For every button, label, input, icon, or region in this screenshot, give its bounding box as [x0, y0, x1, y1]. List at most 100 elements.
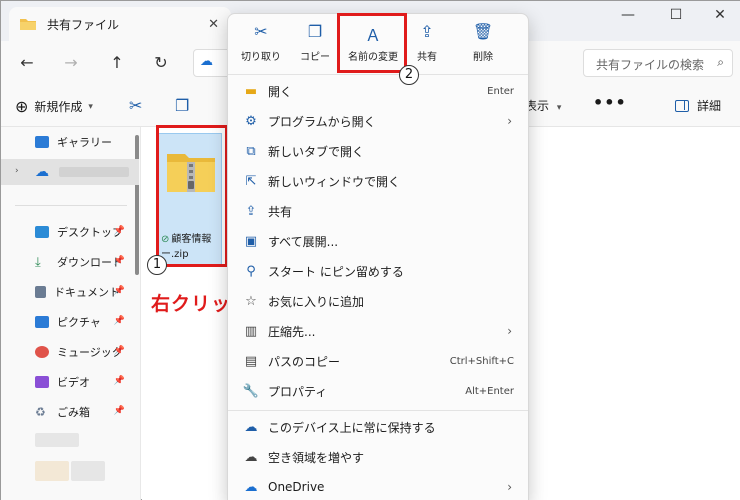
- new-window-icon: ⇱: [245, 173, 257, 189]
- recycle-bin-icon: ♻: [35, 405, 46, 419]
- tab-title: 共有ファイル: [47, 17, 120, 32]
- menu-item-open-with[interactable]: ⚙ プログラムから開く ›: [228, 106, 528, 136]
- search-icon: ⌕: [717, 55, 724, 69]
- menu-item-label: プロパティ: [268, 384, 328, 399]
- chevron-down-icon: ▾: [556, 103, 562, 113]
- chevron-down-icon: ▾: [88, 101, 93, 112]
- menu-item-add-favorite[interactable]: ☆ お気に入りに追加: [228, 286, 528, 316]
- copy-icon[interactable]: ❐: [175, 96, 189, 115]
- more-options-button[interactable]: •••: [593, 93, 627, 112]
- sidebar-item-label: ビデオ: [57, 376, 90, 389]
- chevron-right-icon: ›: [507, 114, 512, 128]
- pin-icon: 📌: [113, 346, 125, 356]
- sidebar-divider: [15, 205, 127, 206]
- close-window-button[interactable]: ✕: [705, 7, 735, 23]
- document-icon: [35, 286, 46, 298]
- chevron-right-icon: ›: [507, 480, 512, 494]
- sidebar-item-desktop[interactable]: デスクトップ 📌: [1, 219, 139, 245]
- step-1-number: 1: [152, 257, 162, 272]
- menu-item-free-up-space[interactable]: ☁ 空き領域を増やす: [228, 442, 528, 472]
- pin-icon: 📌: [113, 256, 125, 266]
- sidebar-item-videos[interactable]: ビデオ 📌: [1, 369, 139, 395]
- sidebar-item-gallery[interactable]: ギャラリー: [1, 129, 139, 155]
- star-icon: ☆: [245, 293, 257, 309]
- download-icon: ⤓: [35, 254, 41, 270]
- copy-label: コピー: [300, 52, 330, 63]
- new-button[interactable]: ⊕ 新規作成 ▾: [15, 97, 93, 116]
- minimize-button[interactable]: —: [613, 7, 643, 23]
- view-button[interactable]: 表示 ▾: [525, 97, 561, 114]
- sidebar-item-label: ピクチャ: [57, 316, 101, 329]
- new-label: 新規作成: [34, 100, 83, 114]
- menu-item-share[interactable]: ⇪ 共有: [228, 196, 528, 226]
- delete-label: 削除: [473, 52, 493, 63]
- blurred-item: [35, 461, 69, 481]
- menu-item-open[interactable]: ▬ 開く Enter: [228, 76, 528, 106]
- highlight-box-file: [156, 125, 228, 267]
- menu-item-open-new-tab[interactable]: ⧉ 新しいタブで開く: [228, 136, 528, 166]
- menu-item-properties[interactable]: 🔧 プロパティ Alt+Enter: [228, 376, 528, 406]
- plus-icon: ⊕: [15, 97, 29, 116]
- menu-item-compress-to[interactable]: ▥ 圧縮先... ›: [228, 316, 528, 346]
- delete-button[interactable]: 🗑 削除: [454, 22, 512, 63]
- music-icon: [35, 346, 49, 358]
- cut-button[interactable]: ✂ 切り取り: [232, 22, 290, 63]
- navigation-pane: ギャラリー › ☁ デスクトップ 📌 ⤓ ダウンロード 📌 ドキュメント 📌 ピ…: [1, 127, 141, 500]
- compress-icon: ▥: [244, 323, 258, 339]
- sidebar-item-label: ごみ箱: [57, 406, 90, 419]
- menu-item-onedrive[interactable]: ☁ OneDrive ›: [228, 472, 528, 500]
- menu-item-pin-to-start[interactable]: ⚲ スタート にピン留めする: [228, 256, 528, 286]
- folder-icon: [20, 19, 36, 30]
- menu-item-extract-all[interactable]: ▣ すべて展開...: [228, 226, 528, 256]
- sidebar-item-documents[interactable]: ドキュメント 📌: [1, 279, 139, 305]
- sidebar-item-recycle-bin[interactable]: ♻ ごみ箱 📌: [1, 399, 139, 425]
- keep-on-device-icon: ☁: [244, 419, 258, 435]
- details-button[interactable]: 詳細: [675, 97, 721, 114]
- menu-item-label: 開く: [268, 84, 293, 99]
- menu-item-keep-on-device[interactable]: ☁ このデバイス上に常に保持する: [228, 412, 528, 442]
- sidebar-item-music[interactable]: ミュージック 📌: [1, 339, 139, 365]
- sidebar-item-onedrive[interactable]: › ☁: [1, 159, 139, 185]
- cut-icon[interactable]: ✂: [129, 96, 142, 115]
- maximize-button[interactable]: ☐: [661, 7, 691, 23]
- menu-item-label: お気に入りに追加: [268, 294, 365, 309]
- refresh-icon[interactable]: ↻: [149, 53, 173, 72]
- onedrive-icon: ☁: [35, 164, 49, 180]
- menu-item-open-new-window[interactable]: ⇱ 新しいウィンドウで開く: [228, 166, 528, 196]
- sidebar-item-downloads[interactable]: ⤓ ダウンロード 📌: [1, 249, 139, 275]
- tab-close-icon[interactable]: ✕: [208, 17, 219, 32]
- blurred-item: [71, 461, 105, 481]
- step-1-marker: 1: [147, 255, 167, 275]
- copy-button[interactable]: ❐ コピー: [286, 22, 344, 63]
- menu-item-shortcut: Alt+Enter: [465, 385, 514, 397]
- forward-arrow-icon[interactable]: →: [59, 53, 83, 72]
- properties-icon: 🔧: [242, 383, 260, 399]
- sidebar-item-pictures[interactable]: ピクチャ 📌: [1, 309, 139, 335]
- search-input[interactable]: 共有ファイルの検索 ⌕: [583, 49, 733, 77]
- menu-item-shortcut: Ctrl+Shift+C: [449, 355, 514, 367]
- menu-item-label: 共有: [268, 204, 293, 219]
- menu-item-copy-path[interactable]: ▤ パスのコピー Ctrl+Shift+C: [228, 346, 528, 376]
- copy-path-icon: ▤: [244, 353, 258, 369]
- pin-icon: 📌: [113, 316, 125, 326]
- cut-label: 切り取り: [241, 52, 281, 63]
- menu-item-label: 空き領域を増やす: [268, 450, 365, 465]
- menu-item-label: このデバイス上に常に保持する: [268, 420, 436, 435]
- menu-divider: [228, 74, 528, 75]
- menu-item-label: パスのコピー: [268, 354, 341, 369]
- menu-item-label: 圧縮先...: [268, 324, 316, 339]
- menu-item-label: 新しいウィンドウで開く: [268, 174, 401, 189]
- cloud-icon: ☁: [200, 54, 213, 69]
- menu-item-label: OneDrive: [268, 480, 325, 494]
- tab-shared-files[interactable]: 共有ファイル ✕: [9, 7, 231, 41]
- menu-item-label: プログラムから開く: [268, 114, 376, 129]
- back-arrow-icon[interactable]: ←: [15, 53, 39, 72]
- chevron-right-icon: ›: [15, 166, 19, 176]
- free-space-icon: ☁: [244, 449, 258, 465]
- blurred-item: [35, 433, 79, 447]
- pin-icon: ⚲: [246, 263, 256, 279]
- blurred-account-name: [59, 167, 129, 177]
- search-placeholder: 共有ファイルの検索: [596, 58, 705, 72]
- up-arrow-icon[interactable]: ↑: [105, 53, 129, 72]
- share-icon: ⇪: [245, 203, 257, 219]
